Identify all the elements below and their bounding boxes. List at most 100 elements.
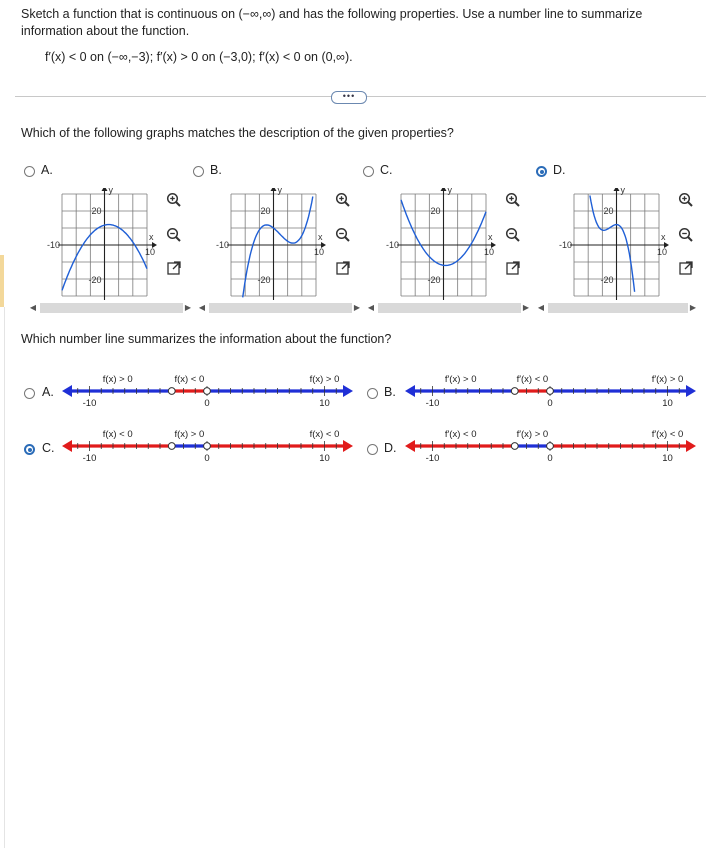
number-line-b: f′(x) > 0 f′(x) < 0 f′(x) > 0 -10 0 10 [405, 371, 697, 421]
number-line-c: f(x) < 0 f(x) > 0 f(x) < 0 -10 0 10 [62, 426, 354, 476]
zoom-in-icon[interactable] [503, 190, 523, 210]
y-tick-top: 20 [91, 206, 101, 216]
tick-label-right: 10 [319, 453, 330, 464]
y-tick-bottom: -20 [88, 275, 101, 285]
x-tick-right: 10 [314, 247, 324, 257]
expand-icon[interactable] [676, 258, 696, 278]
more-button[interactable]: ••• [331, 91, 367, 104]
zoom-out-icon[interactable] [333, 225, 353, 245]
numberline-option-a-radio[interactable] [24, 388, 35, 399]
tick-label-middle: 0 [547, 398, 552, 409]
tick-label-left: -10 [83, 453, 97, 464]
left-arrow [62, 385, 72, 397]
y-tick-top: 20 [430, 206, 440, 216]
numberline-option-b-label[interactable]: B. [384, 385, 396, 399]
open-point [203, 442, 211, 450]
scrollbar-d[interactable] [548, 303, 688, 313]
left-border [4, 307, 5, 848]
left-arrow [405, 385, 415, 397]
open-point [167, 442, 176, 450]
scroll-right-arrow-d[interactable]: ▶ [688, 303, 698, 313]
graph-option-c-label[interactable]: C. [380, 163, 393, 177]
graph-option-d-radio[interactable] [536, 166, 547, 177]
region-label-left: f(x) < 0 [103, 429, 133, 440]
scrollbar-b[interactable] [209, 303, 352, 313]
y-arrow [440, 188, 447, 191]
scroll-left-arrow-b[interactable]: ◀ [197, 303, 207, 313]
expand-icon[interactable] [503, 258, 523, 278]
x-tick-right: 10 [484, 247, 494, 257]
numberline-option-d-radio[interactable] [367, 444, 378, 455]
x-tick-left: -10 [216, 240, 229, 250]
expand-icon[interactable] [164, 258, 184, 278]
graph-option-b-radio[interactable] [193, 166, 204, 177]
x-tick-left: -10 [559, 240, 572, 250]
y-axis-label: y [621, 188, 626, 195]
question-prompt: Sketch a function that is continuous on … [21, 7, 643, 38]
zoom-out-icon[interactable] [164, 225, 184, 245]
tick-label-right: 10 [662, 453, 673, 464]
y-tick-bottom: -20 [257, 275, 270, 285]
y-tick-top: 20 [260, 206, 270, 216]
region-label-right: f′(x) < 0 [652, 429, 684, 440]
scroll-indicator [0, 255, 4, 307]
region-label-middle: f′(x) > 0 [517, 429, 549, 440]
right-arrow [343, 385, 353, 397]
scrollbar-c[interactable] [378, 303, 521, 313]
scroll-left-arrow-c[interactable]: ◀ [366, 303, 376, 313]
y-tick-bottom: -20 [427, 275, 440, 285]
region-label-left: f(x) > 0 [103, 374, 133, 385]
scroll-left-arrow-d[interactable]: ◀ [536, 303, 546, 313]
numberline-option-c-label[interactable]: C. [42, 441, 55, 455]
zoom-in-icon[interactable] [333, 190, 353, 210]
region-label-middle: f(x) < 0 [174, 374, 204, 385]
open-point [203, 387, 211, 395]
tick-label-right: 10 [319, 398, 330, 409]
tick-label-middle: 0 [204, 398, 209, 409]
open-point [546, 442, 554, 450]
graph-option-a-label[interactable]: A. [41, 163, 53, 177]
graph-question: Which of the following graphs matches th… [21, 126, 454, 140]
graph-c: 20 -20 -10 10 x y [379, 188, 514, 302]
scroll-right-arrow-b[interactable]: ▶ [352, 303, 362, 313]
y-tick-top: 20 [603, 206, 613, 216]
zoom-out-icon[interactable] [503, 225, 523, 245]
expand-icon[interactable] [333, 258, 353, 278]
scroll-left-arrow-a[interactable]: ◀ [28, 303, 38, 313]
x-tick-left: -10 [47, 240, 60, 250]
graph-option-a-radio[interactable] [24, 166, 35, 177]
zoom-in-icon[interactable] [676, 190, 696, 210]
zoom-in-icon[interactable] [164, 190, 184, 210]
y-arrow [101, 188, 108, 191]
tick-label-left: -10 [426, 398, 440, 409]
region-label-middle: f′(x) < 0 [517, 374, 549, 385]
graph-d: 20 -20 -10 10 x y [552, 188, 687, 302]
open-point [167, 387, 176, 395]
graph-option-d-label[interactable]: D. [553, 163, 566, 177]
region-label-right: f(x) < 0 [310, 429, 340, 440]
x-tick-left: -10 [386, 240, 399, 250]
tick-label-left: -10 [426, 453, 440, 464]
tick-label-left: -10 [83, 398, 97, 409]
scroll-right-arrow-c[interactable]: ▶ [521, 303, 531, 313]
numberline-option-b-radio[interactable] [367, 388, 378, 399]
tick-label-middle: 0 [204, 453, 209, 464]
right-arrow [686, 385, 696, 397]
y-arrow [613, 188, 620, 191]
scroll-right-arrow-a[interactable]: ▶ [183, 303, 193, 313]
tick-label-middle: 0 [547, 453, 552, 464]
region-label-right: f(x) > 0 [310, 374, 340, 385]
x-axis-label: x [149, 232, 154, 242]
numberline-option-a-label[interactable]: A. [42, 385, 54, 399]
graph-option-b-label[interactable]: B. [210, 163, 222, 177]
scrollbar-a[interactable] [40, 303, 183, 313]
region-label-left: f′(x) > 0 [445, 374, 477, 385]
x-tick-right: 10 [657, 247, 667, 257]
x-axis-label: x [488, 232, 493, 242]
numberline-option-c-radio[interactable] [24, 444, 35, 455]
numberline-option-d-label[interactable]: D. [384, 441, 397, 455]
x-tick-right: 10 [145, 247, 155, 257]
open-point [510, 387, 519, 395]
graph-option-c-radio[interactable] [363, 166, 374, 177]
zoom-out-icon[interactable] [676, 225, 696, 245]
